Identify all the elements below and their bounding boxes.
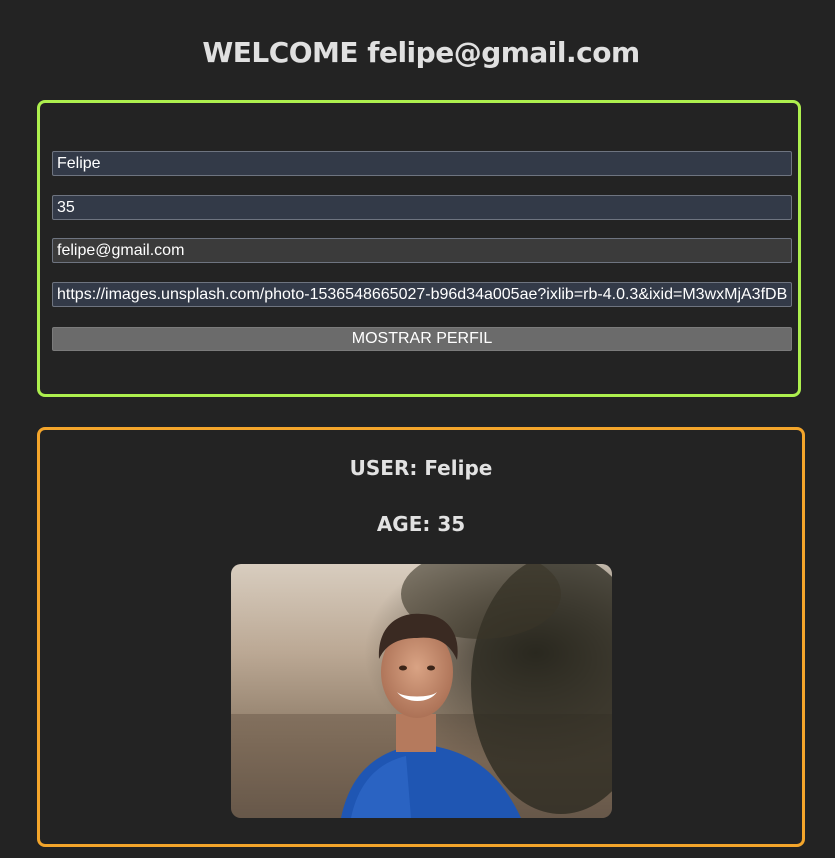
image-url-input[interactable] <box>52 282 792 307</box>
name-input[interactable] <box>52 151 792 176</box>
show-profile-button[interactable]: MOSTRAR PERFIL <box>52 327 792 351</box>
profile-form: MOSTRAR PERFIL <box>37 100 801 397</box>
profile-photo <box>231 564 612 818</box>
email-input[interactable] <box>52 238 792 263</box>
age-input[interactable] <box>52 195 792 220</box>
profile-card: USER: Felipe AGE: 35 <box>37 427 805 847</box>
page-title: WELCOME felipe@gmail.com <box>202 36 640 69</box>
profile-user: USER: Felipe <box>349 456 493 480</box>
profile-age: AGE: 35 <box>376 512 466 536</box>
